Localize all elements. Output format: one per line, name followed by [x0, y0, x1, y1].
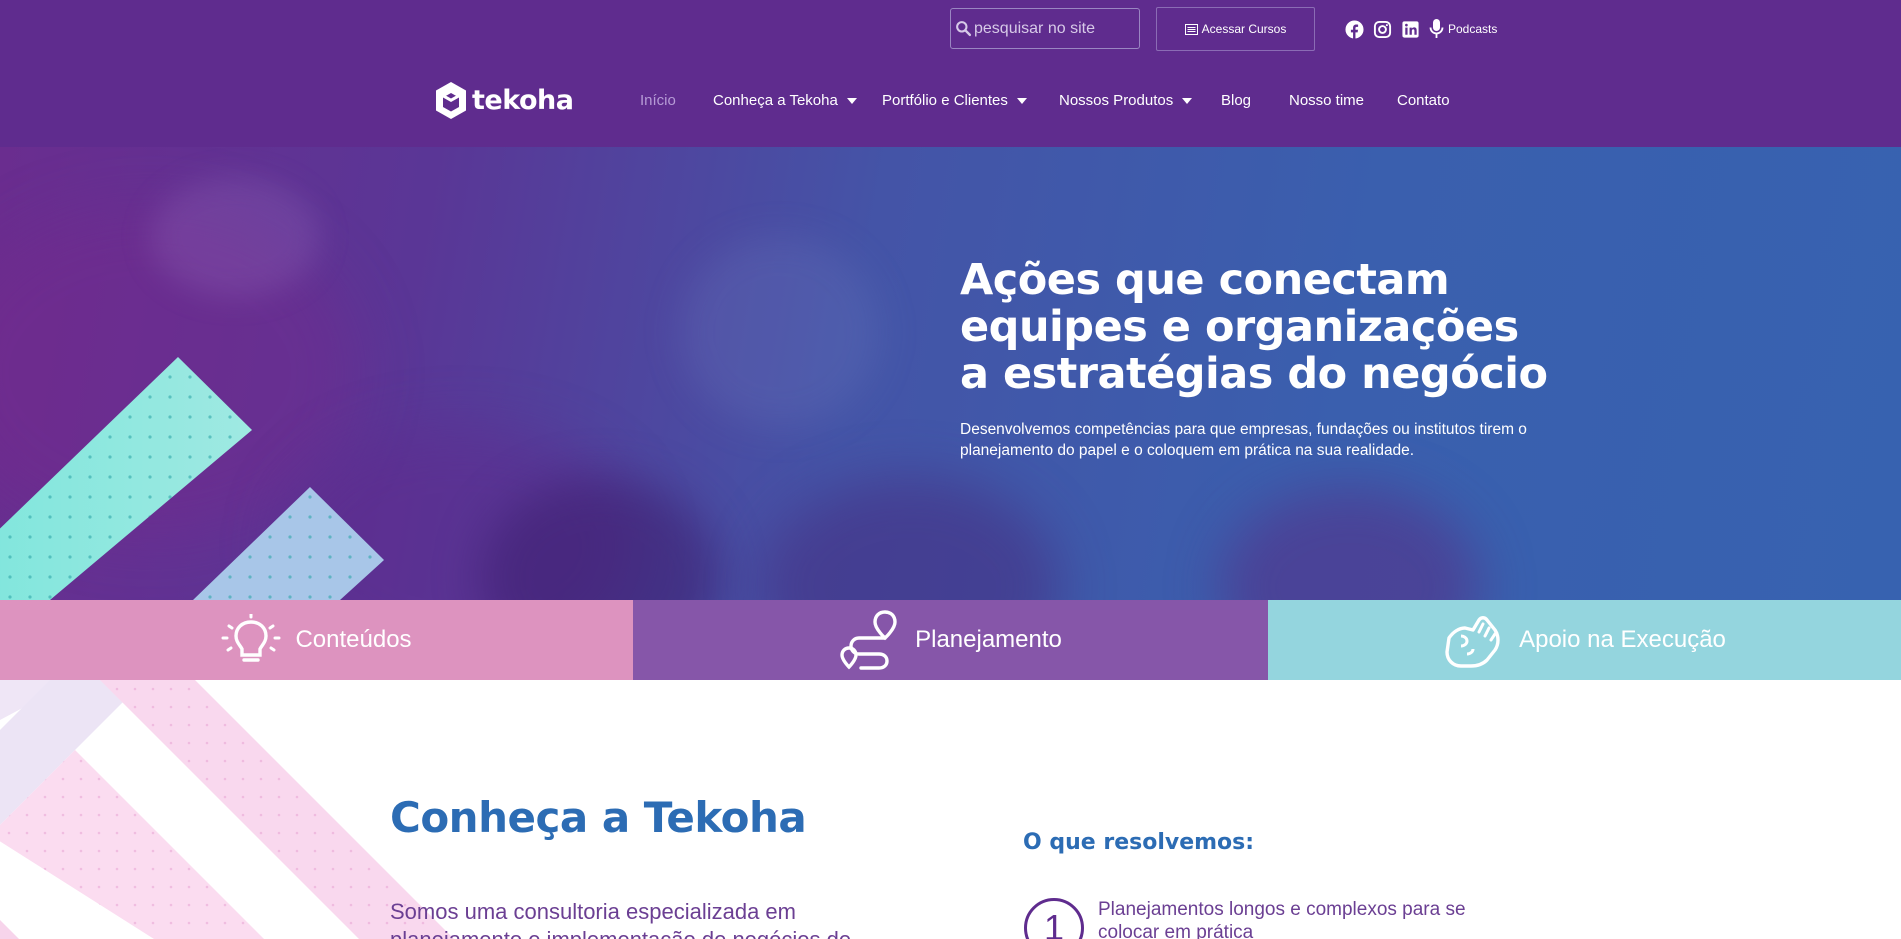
nav-conheca-tekoha[interactable]: Conheça a Tekoha — [713, 92, 857, 109]
hero-bg-shape — [680, 237, 880, 427]
handshake-icon — [1445, 616, 1500, 668]
service-planejamento[interactable]: Planejamento — [633, 600, 1268, 680]
nav-nossos-produtos[interactable]: Nossos Produtos — [1059, 92, 1193, 109]
microphone-icon — [1429, 19, 1444, 38]
podcasts-label: Podcasts — [1448, 22, 1498, 36]
hero-banner: Ações que conectam equipes e organizaçõe… — [0, 147, 1901, 600]
nav-blog[interactable]: Blog — [1221, 92, 1251, 109]
list-icon — [1184, 23, 1198, 35]
facebook-icon[interactable] — [1345, 19, 1364, 39]
nav-label: Conheça a Tekoha — [713, 92, 838, 109]
hero-decorative-stripes — [0, 357, 384, 600]
hero-subtitle: Desenvolvemos competências para que empr… — [960, 421, 1527, 459]
solve-item-number: 1 — [1024, 898, 1084, 939]
about-title: Conheça a Tekoha — [390, 793, 807, 842]
search-box[interactable] — [950, 8, 1140, 49]
nav-label: Contato — [1397, 92, 1450, 109]
nav-inicio[interactable]: Início — [640, 92, 676, 109]
nav-nosso-time[interactable]: Nosso time — [1289, 92, 1364, 109]
service-label: Conteúdos — [295, 626, 412, 653]
access-courses-button[interactable]: Acessar Cursos — [1156, 7, 1315, 51]
service-apoio-execucao[interactable]: Apoio na Execução — [1268, 600, 1901, 680]
nav-contato[interactable]: Contato — [1397, 92, 1450, 109]
instagram-icon[interactable] — [1373, 20, 1392, 39]
access-courses-label: Acessar Cursos — [1201, 22, 1287, 36]
service-label: Planejamento — [915, 626, 1062, 653]
services-strip: Conteúdos Planejamento Apoio na Execução — [0, 600, 1901, 680]
chevron-down-icon — [1182, 97, 1193, 104]
lightbulb-icon — [221, 614, 281, 662]
linkedin-icon[interactable] — [1401, 20, 1420, 39]
hero-bg-shape — [760, 477, 1060, 600]
hero-title: Ações que conectam equipes e organizaçõe… — [960, 255, 1548, 399]
nav-label: Portfólio e Clientes — [882, 92, 1008, 109]
hero-bg-shape — [1220, 487, 1480, 600]
nav-label: Início — [640, 92, 676, 109]
search-icon — [956, 21, 972, 37]
main-nav: Início Conheça a Tekoha Portfólio e Clie… — [0, 92, 1901, 114]
social-links: Podcasts — [1345, 18, 1497, 40]
nav-label: Blog — [1221, 92, 1252, 109]
chevron-down-icon — [846, 97, 857, 104]
service-conteudos[interactable]: Conteúdos — [0, 600, 633, 680]
search-input[interactable] — [974, 19, 1134, 38]
podcasts-link[interactable]: Podcasts — [1429, 18, 1497, 40]
about-text: Somos uma consultoria especializada em p… — [390, 899, 851, 939]
service-label: Apoio na Execução — [1519, 626, 1726, 653]
chevron-down-icon — [1016, 97, 1027, 104]
nav-portfolio-clientes[interactable]: Portfólio e Clientes — [882, 92, 1027, 109]
nav-label: Nossos Produtos — [1059, 92, 1174, 109]
about-section: Conheça a Tekoha Somos uma consultoria e… — [0, 680, 1901, 939]
solve-item-text: Planejamentos longos e complexos para se… — [1098, 899, 1466, 939]
site-header: Acessar Cursos Podcasts tekoha Início Co… — [0, 0, 1901, 147]
solve-title: O que resolvemos: — [1023, 830, 1255, 855]
route-icon — [840, 610, 897, 670]
nav-label: Nosso time — [1289, 92, 1365, 109]
